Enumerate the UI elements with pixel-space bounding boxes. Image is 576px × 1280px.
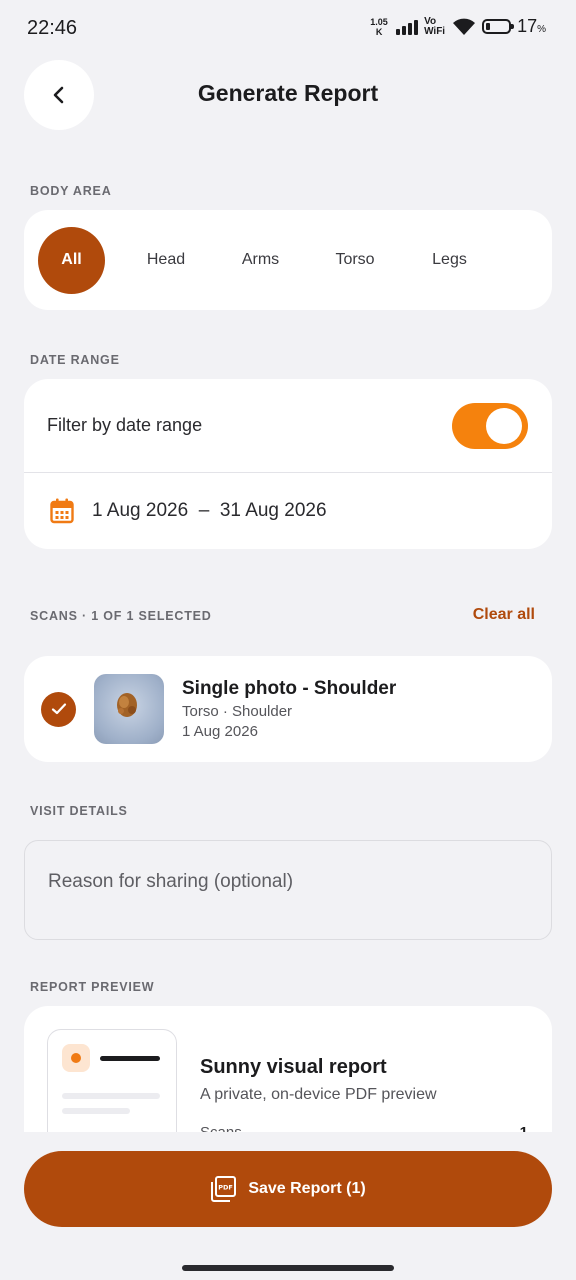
clear-all-button[interactable]: Clear all xyxy=(473,606,535,624)
body-area-label: BODY AREA xyxy=(30,184,112,198)
scan-item[interactable]: Single photo - Shoulder Torso · Shoulder… xyxy=(24,656,552,762)
home-indicator[interactable] xyxy=(182,1265,394,1271)
signal-icon xyxy=(396,19,419,35)
chip-head[interactable]: Head xyxy=(129,227,203,294)
date-range-text: 1 Aug 2026 – 31 Aug 2026 xyxy=(92,500,327,521)
calendar-icon xyxy=(50,498,74,524)
svg-text:PDF: PDF xyxy=(219,1184,234,1192)
network-speed-unit: K xyxy=(375,26,383,37)
scan-subtitle: Torso · Shoulder xyxy=(182,703,293,720)
report-scans-label: Scans xyxy=(200,1124,242,1132)
battery-percent: 17% xyxy=(517,16,546,36)
battery-icon xyxy=(482,19,515,34)
date-range-label: DATE RANGE xyxy=(30,353,120,367)
vowifi-indicator: Vo WiFi xyxy=(424,15,446,37)
chip-arms[interactable]: Arms xyxy=(227,227,294,294)
visit-details-label: VISIT DETAILS xyxy=(30,804,128,818)
chip-legs[interactable]: Legs xyxy=(416,227,483,294)
status-bar: 22:46 1.05 K Vo WiFi 17% xyxy=(0,0,576,56)
status-icons: 1.05 K Vo WiFi 17% xyxy=(368,16,546,37)
date-range-card: Filter by date range 1 Aug 2026 – 31 Aug… xyxy=(24,379,552,549)
scan-thumbnail xyxy=(94,674,164,744)
date-filter-toggle[interactable] xyxy=(452,402,528,449)
report-preview-title: Sunny visual report xyxy=(200,1056,387,1078)
scan-title: Single photo - Shoulder xyxy=(182,678,397,699)
chip-all[interactable]: All xyxy=(38,226,105,294)
report-preview-card: Sunny visual report A private, on-device… xyxy=(24,1006,552,1132)
report-preview-subtitle: A private, on-device PDF preview xyxy=(200,1086,437,1103)
date-filter-row: Filter by date range xyxy=(24,379,552,473)
scans-label: SCANS · 1 OF 1 SELECTED xyxy=(30,609,212,623)
date-filter-label: Filter by date range xyxy=(47,415,203,435)
body-area-card: All Head Arms Torso Legs xyxy=(24,210,552,310)
network-speed: 1.05 K xyxy=(368,17,390,37)
report-thumbnail xyxy=(47,1029,177,1132)
scan-date: 1 Aug 2026 xyxy=(182,723,258,740)
date-range-picker[interactable]: 1 Aug 2026 – 31 Aug 2026 xyxy=(24,473,552,549)
vowifi-bottom: WiFi xyxy=(424,25,446,37)
report-scans-value: 1 xyxy=(520,1124,528,1132)
page-title: Generate Report xyxy=(197,80,379,106)
network-speed-value: 1.05 xyxy=(370,16,388,27)
pdf-icon: PDF xyxy=(211,1176,237,1202)
sun-icon xyxy=(62,1044,90,1072)
scan-info: Single photo - Shoulder Torso · Shoulder… xyxy=(182,678,396,740)
check-icon xyxy=(51,703,66,715)
save-report-button[interactable]: PDF Save Report (1) xyxy=(24,1151,552,1227)
reason-placeholder: Reason for sharing (optional) xyxy=(48,871,294,892)
reason-input[interactable]: Reason for sharing (optional) xyxy=(24,840,552,940)
body-area-chips: All Head Arms Torso Legs xyxy=(24,210,552,310)
report-preview-label: REPORT PREVIEW xyxy=(30,980,155,994)
vowifi-top: Vo xyxy=(424,15,437,27)
save-report-label: Save Report (1) xyxy=(248,1180,366,1197)
toggle-knob xyxy=(486,407,522,444)
scan-checkbox[interactable] xyxy=(41,691,76,727)
status-time: 22:46 xyxy=(27,17,78,39)
chip-torso[interactable]: Torso xyxy=(318,227,392,294)
wifi-icon xyxy=(453,18,476,35)
